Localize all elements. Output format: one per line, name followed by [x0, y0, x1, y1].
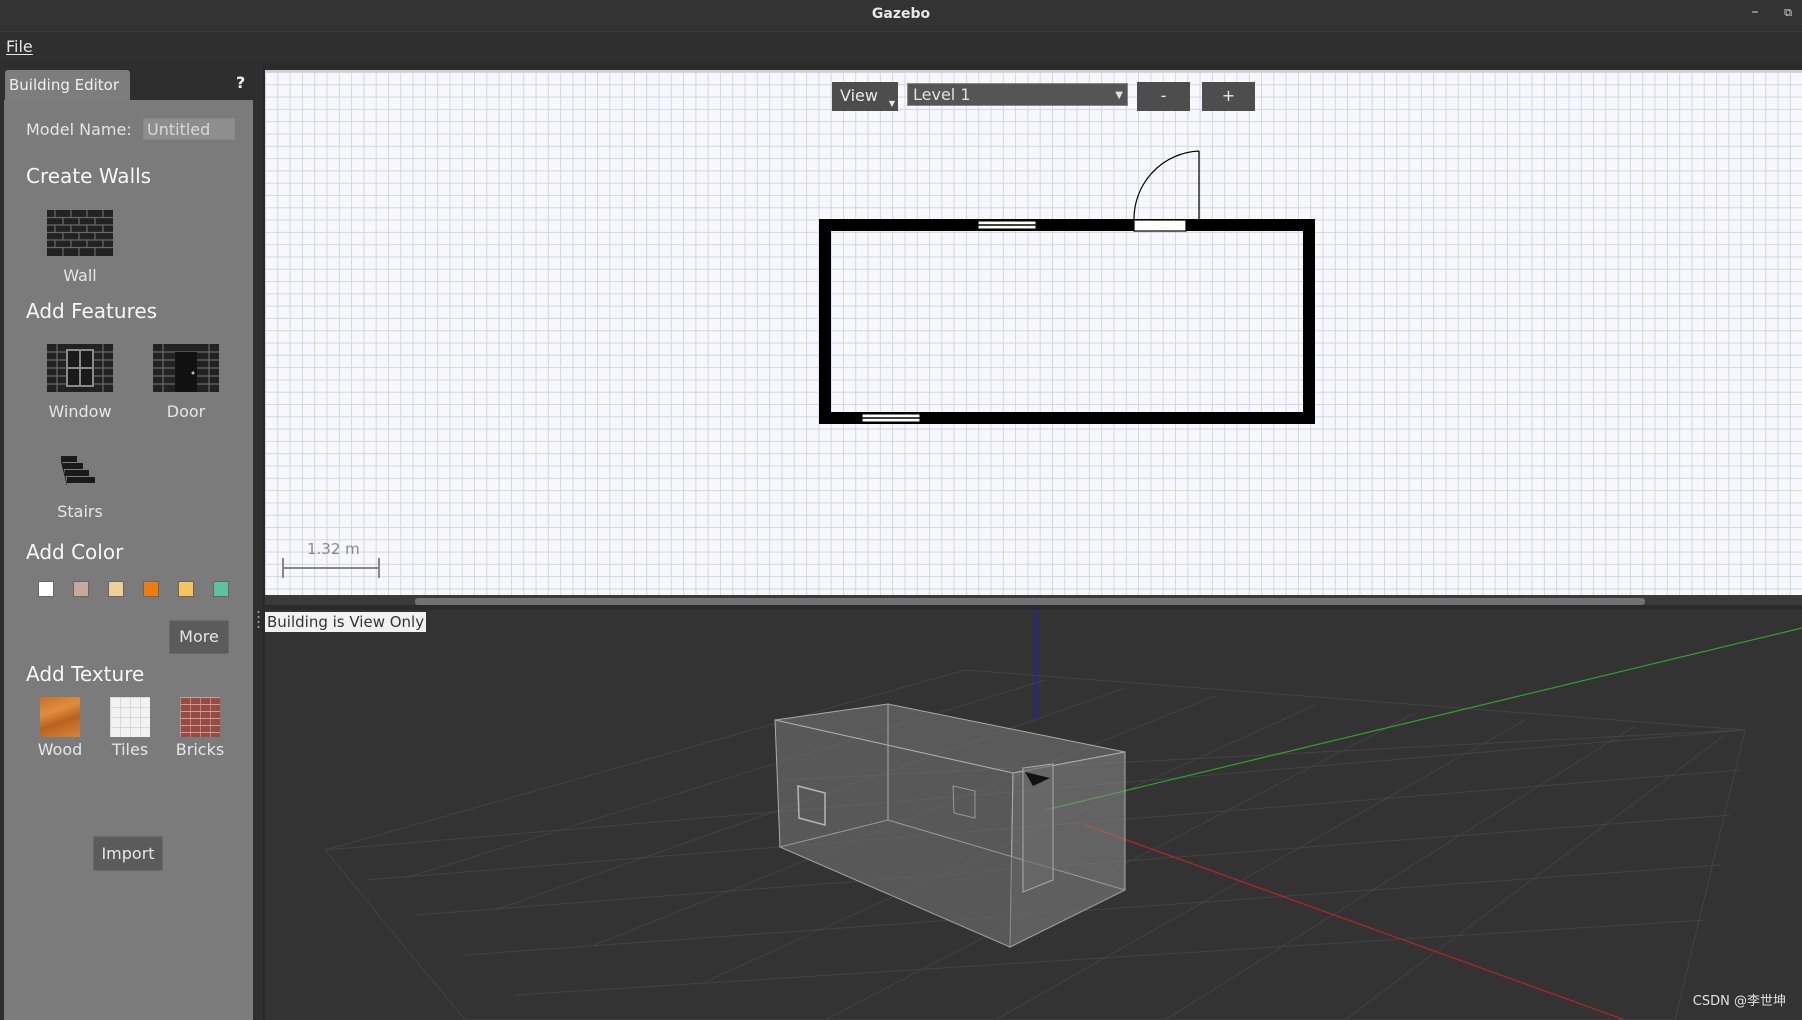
more-colors-button[interactable]: More: [169, 620, 229, 654]
tab-building-editor[interactable]: Building Editor: [5, 70, 130, 100]
door-label: Door: [166, 402, 206, 421]
scale-label: 1.32 m: [307, 540, 360, 558]
texture-wood[interactable]: Wood: [25, 697, 95, 759]
color-swatch-rose[interactable]: [73, 581, 89, 597]
color-swatch-white[interactable]: [38, 581, 54, 597]
model-name-label: Model Name:: [26, 120, 132, 139]
texture-bricks[interactable]: Bricks: [165, 697, 235, 759]
wall-label: Wall: [63, 266, 97, 285]
window-label: Window: [48, 402, 112, 421]
color-swatch-orange[interactable]: [143, 581, 159, 597]
add-texture-heading: Add Texture: [26, 662, 145, 686]
scrollbar-thumb[interactable]: [415, 598, 1645, 605]
door-opening[interactable]: [1133, 219, 1187, 232]
color-swatch-yellow[interactable]: [178, 581, 194, 597]
door-tool[interactable]: Door: [141, 344, 231, 421]
building-model[interactable]: [774, 703, 1127, 948]
door-swing-arc: [1133, 150, 1200, 221]
model-name-field[interactable]: Untitled: [143, 118, 235, 140]
stairs-tool[interactable]: Stairs: [35, 452, 125, 521]
create-walls-heading: Create Walls: [26, 164, 152, 188]
bricks-label: Bricks: [175, 740, 225, 759]
color-swatch-sand[interactable]: [108, 581, 124, 597]
stairs-label: Stairs: [57, 502, 103, 521]
menu-bar: File: [0, 31, 1802, 63]
door-jamb: [1186, 220, 1199, 231]
window-icon: [47, 344, 113, 392]
help-button[interactable]: ?: [236, 73, 245, 92]
wood-texture-icon: [40, 697, 80, 737]
tiles-texture-icon: [110, 697, 150, 737]
x-axis: [1084, 824, 1626, 1020]
import-button[interactable]: Import: [93, 836, 163, 871]
scene-3d: [324, 610, 1802, 1020]
tiles-label: Tiles: [111, 740, 149, 759]
add-features-heading: Add Features: [26, 299, 158, 323]
building-editor-panel: Building Editor ? Model Name: Untitled C…: [0, 64, 262, 1020]
window-title: Gazebo: [871, 6, 931, 22]
minimize-button[interactable]: –: [1746, 4, 1764, 20]
title-bar: Gazebo – ⧉: [0, 0, 1802, 31]
horizontal-scrollbar[interactable]: [265, 595, 1802, 605]
floor-plan: [282, 150, 1315, 578]
bricks-texture-icon: [180, 697, 220, 737]
wall-tool[interactable]: Wall: [35, 210, 125, 285]
stairs-icon: [61, 456, 95, 486]
panel-body: Model Name: Untitled Create Walls Wall A…: [4, 100, 253, 1020]
color-swatch-teal[interactable]: [213, 581, 229, 597]
gazebo-window: Gazebo – ⧉ File Building Editor ? Model …: [0, 0, 1802, 1020]
watermark: CSDN @李世坤: [1692, 994, 1786, 1009]
panel-splitter-handle[interactable]: [257, 609, 260, 629]
restore-button[interactable]: ⧉: [1779, 6, 1797, 20]
texture-tiles[interactable]: Tiles: [95, 697, 165, 759]
editor-3d-viewport[interactable]: CSDN @李世坤: [265, 610, 1802, 1020]
editor-2d-canvas[interactable]: View ▼ Level 1 ▼ - + 1.32 m: [265, 70, 1802, 595]
door-icon: [153, 344, 219, 392]
wall-outline[interactable]: [819, 219, 1315, 424]
menu-file[interactable]: File: [6, 37, 33, 56]
wood-label: Wood: [37, 740, 83, 759]
window-tool[interactable]: Window: [35, 344, 125, 421]
add-color-heading: Add Color: [26, 540, 124, 564]
view-only-status: Building is View Only: [265, 612, 427, 632]
wall-icon: [47, 210, 113, 256]
